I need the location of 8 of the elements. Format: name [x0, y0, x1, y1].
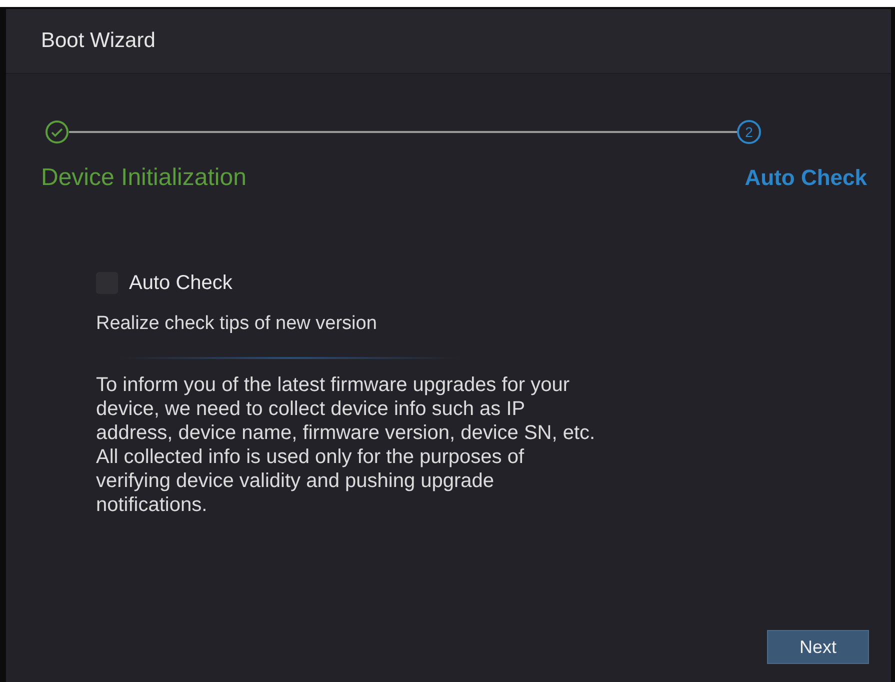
checkbox-label: Auto Check: [129, 271, 232, 296]
step-label: Auto Check: [744, 164, 867, 192]
tip-text: Realize check tips of new version: [96, 312, 377, 336]
step-number: 2: [737, 120, 761, 144]
window-title: Boot Wizard: [41, 28, 156, 54]
step-label: Device Initialization: [41, 164, 246, 192]
next-button[interactable]: Next: [767, 630, 869, 664]
description-text: To inform you of the latest firmware upgrades for your device, we need to collect device info such as IP address, device name, firmware version, device SN, etc. All collected info is used only for the purposes of verifying device validity and pushing upgrade notifications.: [96, 372, 596, 516]
